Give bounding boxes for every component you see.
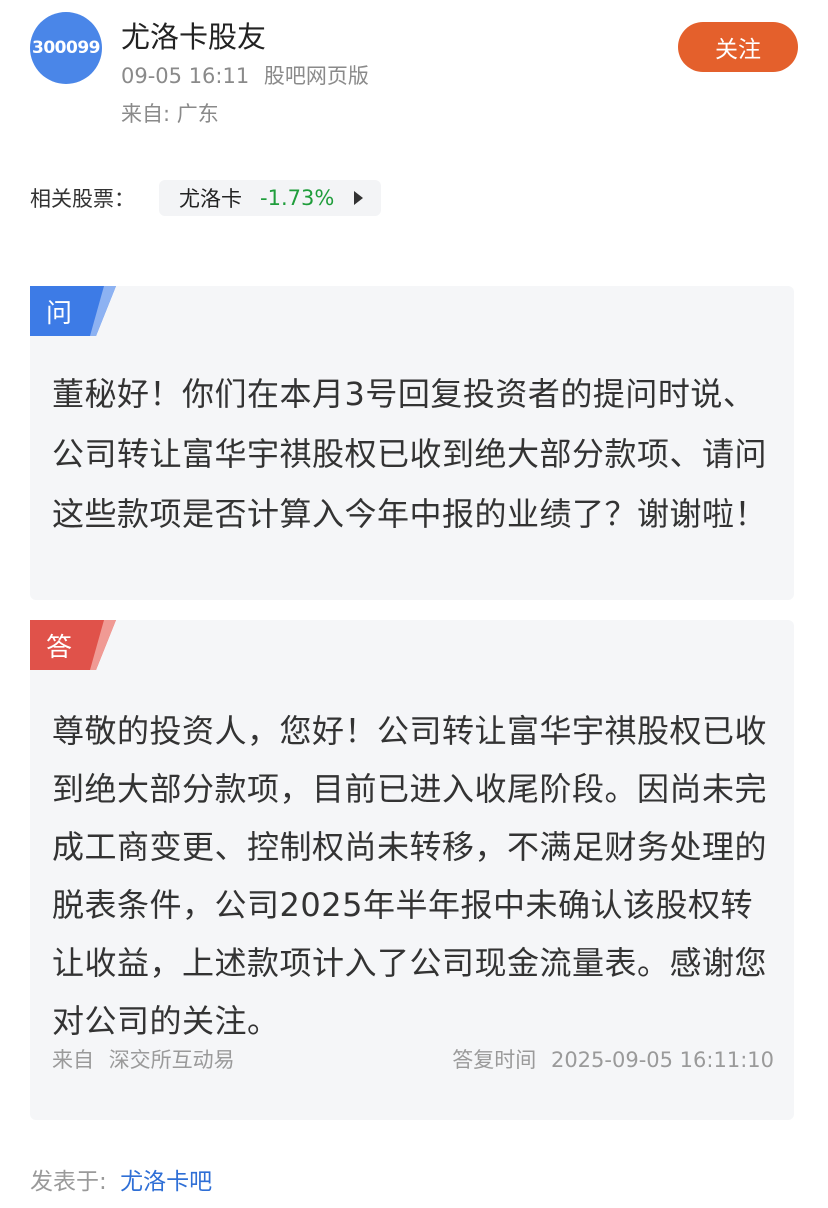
answer-source-name: 深交所互动易 [108,1048,235,1072]
reply-time-label: 答复时间 [452,1048,537,1072]
reply-time-value: 2025-09-05 16:11:10 [550,1048,774,1072]
answer-tag-background [30,620,116,670]
avatar[interactable]: 300099 [30,12,102,84]
answer-reply-time: 答复时间 2025-09-05 16:11:10 [452,1044,774,1074]
related-stocks: 相关股票： 尤洛卡 -1.73% [30,180,382,216]
post-header: 300099 尤洛卡股友 09-05 16:11 股吧网页版 来自: 广东 关注 [0,0,828,140]
related-stocks-label: 相关股票： [30,187,135,211]
question-text: 董秘好！你们在本月3号回复投资者的提问时说、公司转让富华宇祺股权已收到绝大部分款… [52,375,768,533]
answer-tag: 答 [30,620,116,670]
post-platform: 股吧网页版 [263,64,369,88]
post-location: 来自: 广东 [121,102,219,126]
question-tag-label: 问 [46,298,73,329]
stock-chip[interactable]: 尤洛卡 -1.73% [159,180,382,216]
answer-footer: 来自 深交所互动易 答复时间 2025-09-05 16:11:10 [52,1044,774,1074]
posted-in-label: 发表于: [30,1169,107,1195]
question-tag: 问 [30,286,116,336]
stock-change: -1.73% [260,186,335,210]
post-datetime: 09-05 16:11 [121,64,250,88]
answer-tag-label: 答 [46,632,73,663]
answer-text: 尊敬的投资人，您好！公司转让富华宇祺股权已收到绝大部分款项，目前已进入收尾阶段。… [52,712,768,1040]
stock-name: 尤洛卡 [179,187,242,211]
answer-card: 答 尊敬的投资人，您好！公司转让富华宇祺股权已收到绝大部分款项，目前已进入收尾阶… [30,620,794,1120]
answer-source-label: 来自 [52,1048,94,1072]
posted-in: 发表于: 尤洛卡吧 [30,1162,212,1196]
question-tag-background [30,286,116,336]
answer-source: 来自 深交所互动易 [52,1044,235,1074]
forum-link[interactable]: 尤洛卡吧 [120,1169,212,1195]
follow-button[interactable]: 关注 [678,22,798,72]
post-meta: 09-05 16:11 股吧网页版 [121,60,369,90]
username[interactable]: 尤洛卡股友 [121,14,266,56]
question-card: 问 董秘好！你们在本月3号回复投资者的提问时说、公司转让富华宇祺股权已收到绝大部… [30,286,794,600]
chevron-right-icon [354,191,364,205]
